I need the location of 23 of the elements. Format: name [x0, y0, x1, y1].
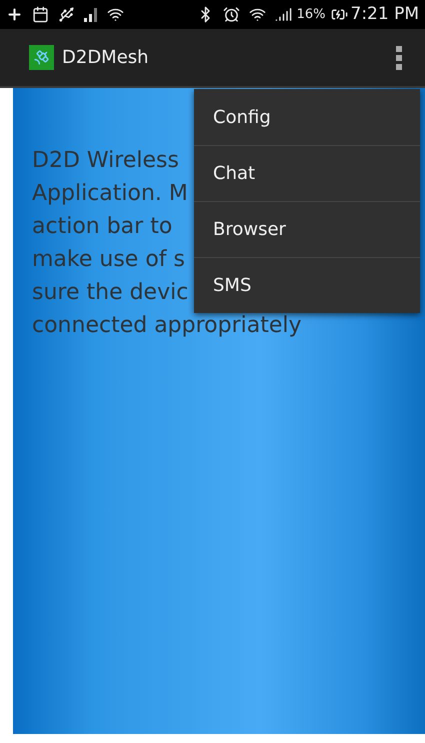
menu-item[interactable]: Config	[194, 89, 420, 145]
app-icon	[29, 45, 54, 70]
notification-icon	[6, 6, 23, 23]
description-text: make use of s	[32, 246, 185, 274]
wifi-icon	[107, 6, 124, 23]
description-text: connected appropriately	[32, 312, 302, 340]
clock: 7:21 PM	[350, 2, 419, 26]
description-text: sure the devic	[32, 279, 188, 307]
wifi-icon	[248, 6, 266, 23]
description-text: action bar to	[32, 213, 172, 241]
battery-percent: 16%	[296, 6, 326, 24]
menu-item[interactable]: Browser	[194, 201, 420, 257]
overflow-menu-button[interactable]	[395, 46, 403, 70]
menu-item[interactable]: Chat	[194, 145, 420, 201]
description-text: D2D Wireless	[32, 147, 179, 175]
description-text: Application. M	[32, 180, 188, 208]
signal-icon	[84, 8, 98, 22]
usb-icon	[58, 6, 75, 23]
menu-item[interactable]: SMS	[194, 257, 420, 313]
signal-icon	[274, 6, 292, 23]
alarm-icon	[222, 6, 240, 23]
calendar-icon	[32, 6, 49, 23]
app-title: D2DMesh	[62, 46, 149, 70]
